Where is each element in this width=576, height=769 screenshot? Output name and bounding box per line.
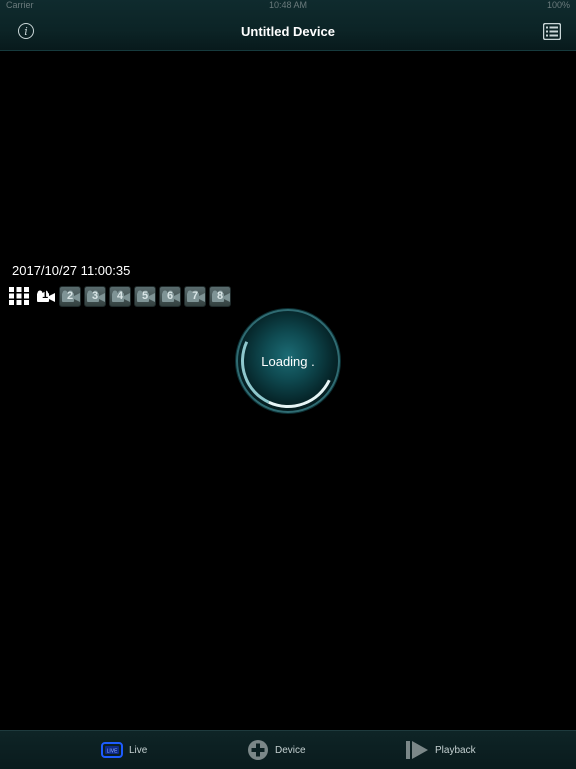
channel-label: 4 [116, 290, 124, 302]
channel-6-button[interactable]: 6 [159, 286, 181, 307]
channel-label: 6 [166, 290, 174, 302]
playback-icon [406, 741, 428, 759]
channel-label: 1 [41, 289, 49, 301]
video-timestamp: 2017/10/27 11:00:35 [12, 263, 131, 278]
channel-label: 7 [191, 290, 199, 302]
loading-spinner: Loading . [227, 300, 349, 422]
tab-live-label: Live [129, 744, 148, 756]
status-bar: Carrier 10:48 AM 100% [0, 0, 576, 12]
tab-playback[interactable]: Playback [405, 731, 476, 769]
channel-label: 3 [91, 290, 99, 302]
tab-playback-label: Playback [435, 744, 476, 756]
channel-1-button[interactable]: 1 [34, 286, 56, 307]
page-title: Untitled Device [241, 24, 335, 39]
tab-device[interactable]: Device [247, 731, 306, 769]
channel-7-button[interactable]: 7 [184, 286, 206, 307]
battery-label: 100% [546, 0, 570, 10]
list-icon[interactable] [543, 23, 561, 40]
channel-2-button[interactable]: 2 [59, 286, 81, 307]
channel-label: 8 [216, 290, 224, 302]
channel-label: 2 [66, 290, 74, 302]
channel-4-button[interactable]: 4 [109, 286, 131, 307]
add-circle-icon [248, 740, 268, 760]
navigation-bar: Carrier 10:48 AM 100% i Untitled Device [0, 0, 576, 51]
tab-live[interactable]: LIVE Live [101, 731, 147, 769]
status-time: 10:48 AM [268, 0, 308, 10]
svg-text:LIVE: LIVE [107, 749, 119, 755]
channel-label: 5 [141, 290, 149, 302]
loading-text: Loading . [261, 354, 315, 369]
tab-bar: LIVE Live Device Playback [0, 730, 576, 769]
grid-view-icon[interactable] [8, 286, 30, 306]
channel-3-button[interactable]: 3 [84, 286, 106, 307]
channel-8-button[interactable]: 8 [209, 286, 231, 307]
live-tv-icon: LIVE [101, 742, 123, 758]
tab-device-label: Device [275, 744, 306, 756]
channel-5-button[interactable]: 5 [134, 286, 156, 307]
